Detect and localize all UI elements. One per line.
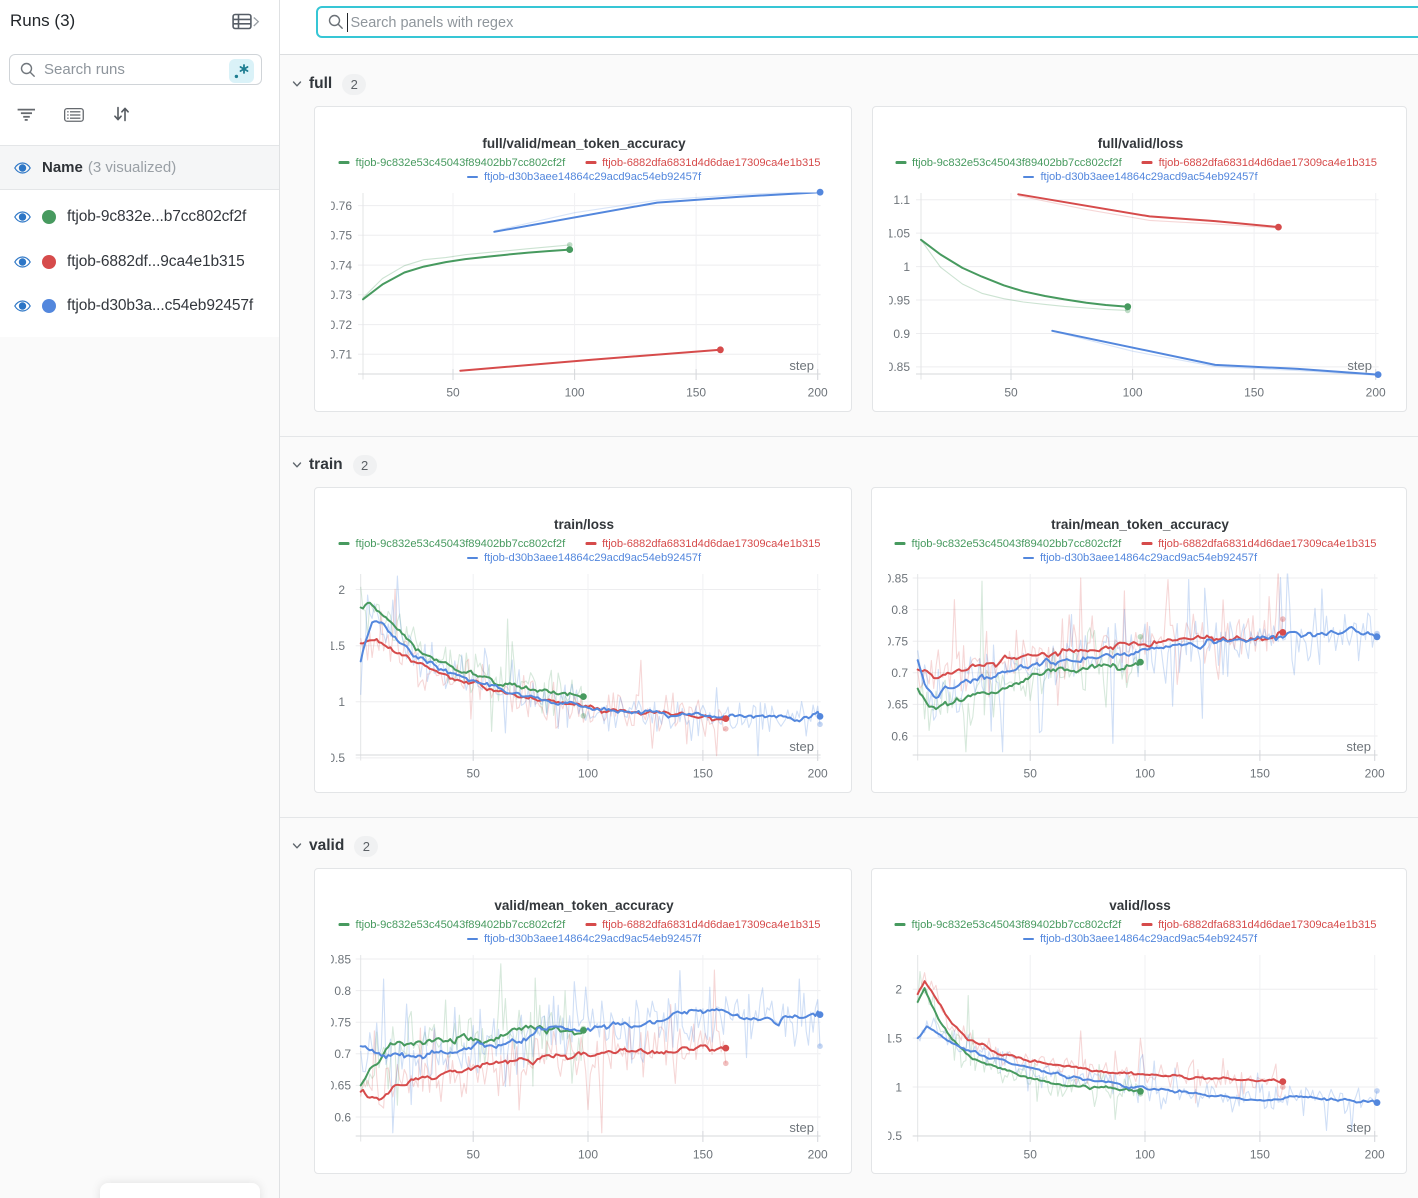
svg-text:step: step (1346, 739, 1371, 754)
svg-text:1: 1 (338, 695, 345, 709)
svg-text:100: 100 (578, 767, 598, 781)
svg-text:0.5: 0.5 (328, 751, 345, 765)
svg-text:0.7: 0.7 (334, 1047, 351, 1061)
svg-text:0.65: 0.65 (328, 1079, 352, 1093)
svg-text:50: 50 (467, 767, 481, 781)
svg-text:0.8: 0.8 (334, 984, 351, 998)
svg-text:150: 150 (1250, 1148, 1270, 1162)
svg-text:0.65: 0.65 (885, 698, 909, 712)
svg-text:1: 1 (895, 1080, 902, 1094)
svg-text:150: 150 (693, 767, 713, 781)
svg-text:200: 200 (1365, 767, 1385, 781)
svg-text:0.9: 0.9 (893, 327, 910, 341)
svg-text:50: 50 (1004, 386, 1018, 400)
svg-text:0.6: 0.6 (891, 729, 908, 743)
svg-text:200: 200 (1365, 1148, 1385, 1162)
svg-text:50: 50 (467, 1148, 481, 1162)
svg-text:1.05: 1.05 (887, 226, 911, 240)
svg-text:0.85: 0.85 (887, 360, 911, 374)
svg-text:0.74: 0.74 (329, 258, 353, 272)
svg-text:2: 2 (338, 583, 345, 597)
svg-text:0.72: 0.72 (329, 318, 353, 332)
svg-text:100: 100 (1123, 386, 1143, 400)
svg-text:150: 150 (1244, 386, 1264, 400)
svg-text:step: step (789, 1120, 814, 1135)
svg-text:0.76: 0.76 (329, 199, 353, 213)
svg-text:0.7: 0.7 (891, 666, 908, 680)
svg-text:0.95: 0.95 (887, 293, 911, 307)
svg-text:1.5: 1.5 (885, 1031, 902, 1045)
svg-text:0.75: 0.75 (329, 229, 353, 243)
svg-text:1: 1 (903, 260, 910, 274)
svg-text:2: 2 (895, 983, 902, 997)
svg-text:1.1: 1.1 (893, 193, 910, 207)
svg-text:200: 200 (808, 386, 828, 400)
svg-text:100: 100 (1135, 767, 1155, 781)
svg-text:200: 200 (808, 1148, 828, 1162)
svg-text:0.5: 0.5 (885, 1129, 902, 1143)
svg-text:50: 50 (1024, 767, 1038, 781)
svg-text:step: step (789, 739, 814, 754)
svg-text:0.71: 0.71 (329, 348, 353, 362)
svg-text:0.6: 0.6 (334, 1110, 351, 1124)
svg-text:100: 100 (565, 386, 585, 400)
svg-text:0.75: 0.75 (328, 1016, 352, 1030)
svg-text:step: step (1347, 358, 1372, 373)
svg-text:0.73: 0.73 (329, 288, 353, 302)
svg-text:200: 200 (1366, 386, 1386, 400)
svg-text:0.75: 0.75 (885, 635, 909, 649)
svg-text:step: step (1346, 1120, 1371, 1135)
svg-text:50: 50 (446, 386, 460, 400)
svg-text:150: 150 (686, 386, 706, 400)
svg-text:50: 50 (1024, 1148, 1038, 1162)
svg-text:1.5: 1.5 (328, 639, 345, 653)
svg-text:150: 150 (693, 1148, 713, 1162)
svg-text:step: step (789, 358, 814, 373)
svg-text:0.85: 0.85 (885, 571, 909, 585)
svg-text:150: 150 (1250, 767, 1270, 781)
svg-text:100: 100 (578, 1148, 598, 1162)
svg-text:0.8: 0.8 (891, 603, 908, 617)
svg-text:100: 100 (1135, 1148, 1155, 1162)
svg-text:200: 200 (808, 767, 828, 781)
svg-text:0.85: 0.85 (328, 952, 352, 966)
